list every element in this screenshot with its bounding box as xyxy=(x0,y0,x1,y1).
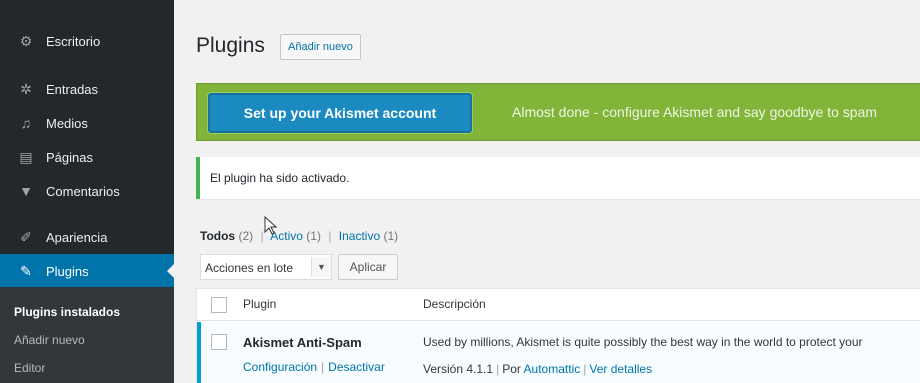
select-all-checkbox[interactable] xyxy=(211,297,227,313)
details-link[interactable]: Ver detalles xyxy=(589,362,652,376)
sidebar-item-paginas[interactable]: ▤ Páginas xyxy=(0,142,174,172)
comments-icon: ▼ xyxy=(19,183,33,199)
sidebar-item-label: Plugins xyxy=(46,263,89,279)
submenu-plugins-instalados[interactable]: Plugins instalados xyxy=(14,305,120,319)
filter-inactive[interactable]: Inactivo xyxy=(339,229,380,243)
activation-notice: El plugin ha sido activado. xyxy=(196,157,920,199)
sidebar-item-label: Apariencia xyxy=(46,229,108,245)
meta-separator: | xyxy=(583,362,587,376)
column-header-plugin[interactable]: Plugin xyxy=(243,297,276,311)
author-link[interactable]: Automattic xyxy=(524,362,581,376)
filter-separator: | xyxy=(328,229,332,243)
plugin-description: Used by millions, Akismet is quite possi… xyxy=(423,335,863,349)
mouse-cursor-icon xyxy=(264,216,278,235)
plugins-submenu: Plugins instalados Añadir nuevo Editor xyxy=(0,287,174,383)
sidebar-item-label: Medios xyxy=(46,115,88,131)
deactivate-link[interactable]: Desactivar xyxy=(328,360,385,374)
filter-all[interactable]: Todos xyxy=(200,229,235,243)
akismet-setup-button[interactable]: Set up your Akismet account xyxy=(208,93,472,133)
plugin-by: Por xyxy=(502,362,521,376)
action-separator: | xyxy=(321,360,325,374)
chevron-down-icon: ▼ xyxy=(311,257,331,277)
notice-text: El plugin ha sido activado. xyxy=(210,171,350,185)
table-header: Plugin Descripción xyxy=(197,289,920,321)
column-header-description: Descripción xyxy=(423,297,486,311)
add-new-button[interactable]: Añadir nuevo xyxy=(280,34,361,60)
configuration-link[interactable]: Configuración xyxy=(243,360,317,374)
dashboard-icon: ⚙ xyxy=(19,32,33,49)
sidebar-item-label: Escritorio xyxy=(46,33,101,49)
sidebar-item-apariencia[interactable]: ✐ Apariencia xyxy=(0,222,174,252)
plugin-name: Akismet Anti-Spam xyxy=(243,335,362,350)
appearance-icon: ✐ xyxy=(20,228,32,245)
plugin-filters: Todos (2) | Activo (1) | Inactivo (1) xyxy=(200,229,398,243)
admin-sidebar: ⚙ Escritorio ✲ Entradas ♫ Medios ▤ Págin… xyxy=(0,0,175,383)
table-row: Akismet Anti-Spam Configuración | Desactiv… xyxy=(197,322,920,383)
filter-all-count: (2) xyxy=(238,229,254,243)
sidebar-item-escritorio[interactable]: ⚙ Escritorio xyxy=(0,26,174,56)
sidebar-item-entradas[interactable]: ✲ Entradas xyxy=(0,74,174,104)
filter-active-count: (1) xyxy=(306,229,321,243)
meta-separator: | xyxy=(496,362,500,376)
akismet-message: Almost done - configure Akismet and say … xyxy=(512,104,877,120)
plugin-version: Versión 4.1.1 xyxy=(423,362,494,376)
plugins-table: Plugin Descripción Akismet Anti-Spam Con… xyxy=(196,288,920,383)
row-actions: Configuración | Desactivar xyxy=(243,360,385,374)
apply-button[interactable]: Aplicar xyxy=(338,254,398,280)
sidebar-item-label: Entradas xyxy=(46,81,99,97)
row-checkbox[interactable] xyxy=(211,334,227,350)
main-content: Plugins Añadir nuevo Set up your Akismet… xyxy=(174,0,920,383)
submenu-anadir-nuevo[interactable]: Añadir nuevo xyxy=(14,333,85,347)
media-icon: ♫ xyxy=(20,115,32,131)
plugin-meta: Versión 4.1.1 | Por Automattic | Ver detalle… xyxy=(423,362,652,376)
akismet-banner: Set up your Akismet account Almost done … xyxy=(196,83,920,141)
sidebar-item-comentarios[interactable]: ▼ Comentarios xyxy=(0,176,174,206)
filter-inactive-count: (1) xyxy=(383,229,399,243)
page-title: Plugins xyxy=(196,34,265,57)
sidebar-item-medios[interactable]: ♫ Medios xyxy=(0,108,174,138)
plugins-icon: ✎ xyxy=(20,262,32,279)
sidebar-item-label: Comentarios xyxy=(46,183,120,199)
sidebar-item-label: Páginas xyxy=(46,149,93,165)
submenu-editor[interactable]: Editor xyxy=(14,361,45,375)
sidebar-item-plugins[interactable]: ✎ Plugins xyxy=(0,254,175,288)
pin-icon: ✲ xyxy=(20,80,32,97)
pages-icon: ▤ xyxy=(19,148,33,165)
bulk-actions-value: Acciones en lote xyxy=(205,261,294,275)
bulk-actions-select[interactable]: Acciones en lote ▼ xyxy=(200,254,332,280)
